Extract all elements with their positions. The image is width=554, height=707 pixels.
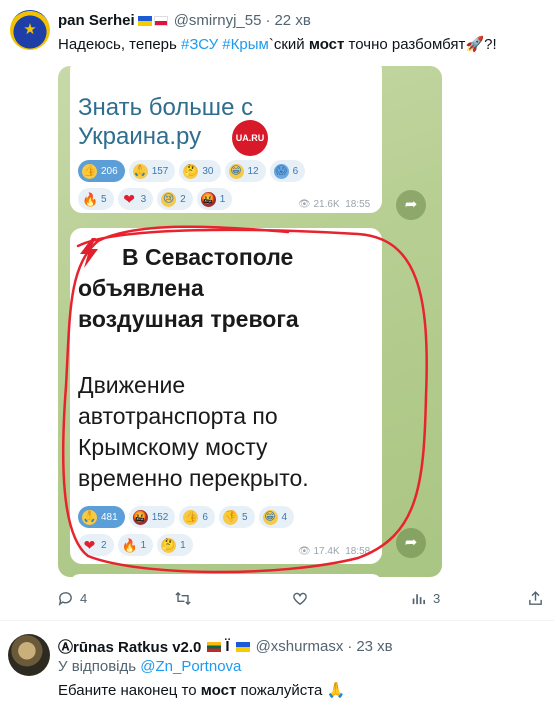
ukraine-flag-icon (137, 15, 152, 26)
pray-icon: 🙏 (326, 682, 346, 699)
tweet-text: Ебаните наконец то мост пожалуйста 🙏 (58, 681, 345, 701)
attached-image[interactable]: Знать больше с Украина.ру UA.RU 👍 206 🙏 15… (58, 66, 442, 577)
tweet-header: Ⓐrūnas Ratkus v2.0 Ï @xshurmasx · 23 хв (58, 636, 393, 657)
reply-prefix: У відповідь (58, 658, 141, 675)
like-button[interactable] (291, 590, 309, 607)
hashtag-link[interactable]: #ЗСУ (181, 36, 218, 53)
handle[interactable]: @xshurmasx (256, 638, 344, 655)
hashtag-link[interactable]: #Крым (222, 36, 269, 53)
display-name[interactable]: pan Serhei (58, 12, 135, 29)
tweet-header: pan Serhei @smirnyj_55 · 22 хв (58, 12, 311, 29)
reply-context: У відповідь @Zn_Portnova (58, 657, 241, 677)
mention-link[interactable]: @Zn_Portnova (140, 658, 241, 675)
tweet-text: Надеюсь, теперь #ЗСУ #Крым`ский мост точ… (58, 35, 497, 55)
reply-icon (58, 592, 72, 606)
separator-dot: · (265, 12, 271, 29)
rocket-icon: 🚀 (465, 36, 485, 53)
timestamp[interactable]: 23 хв (356, 638, 392, 655)
reply-button[interactable]: 4 (57, 590, 87, 607)
poland-flag-icon (153, 15, 168, 26)
name-mark: Ï (225, 638, 230, 655)
text-segment: Ебаните наконец то (58, 682, 201, 699)
share-button[interactable] (527, 590, 544, 607)
bold-text: мост (200, 682, 237, 699)
avatar[interactable] (8, 634, 50, 676)
display-name[interactable]: Ⓐrūnas Ratkus v2.0 (58, 636, 201, 657)
separator-dot: · (347, 638, 353, 655)
timestamp[interactable]: 22 хв (274, 12, 310, 29)
heart-outline-icon (293, 592, 307, 606)
retweet-icon (175, 591, 191, 606)
lightning-icon (80, 238, 98, 268)
share-icon (529, 591, 542, 605)
handle[interactable]: @smirnyj_55 (174, 12, 262, 29)
lithuania-flag-icon (207, 641, 222, 652)
retweet-button[interactable] (174, 590, 192, 607)
ukraine-flag-icon (235, 641, 250, 652)
views-count: 3 (433, 591, 441, 606)
text-segment: `ский (268, 36, 309, 53)
bar-chart-icon (412, 594, 426, 605)
avatar[interactable]: ★ (10, 10, 50, 50)
star-icon: ★ (23, 21, 37, 38)
text-segment: точно разбомбят (344, 36, 466, 53)
bold-text: мост (308, 36, 345, 53)
text-segment: Надеюсь, теперь (58, 36, 182, 53)
reply-count: 4 (80, 591, 88, 606)
text-segment: пожалуйста (236, 682, 327, 699)
tweet[interactable]: ★ pan Serhei @smirnyj_55 · 22 хв Надеюсь… (0, 0, 554, 620)
views-button[interactable]: 3 (410, 590, 440, 607)
text-segment: ?! (484, 36, 497, 53)
red-highlight-circle (61, 225, 428, 574)
